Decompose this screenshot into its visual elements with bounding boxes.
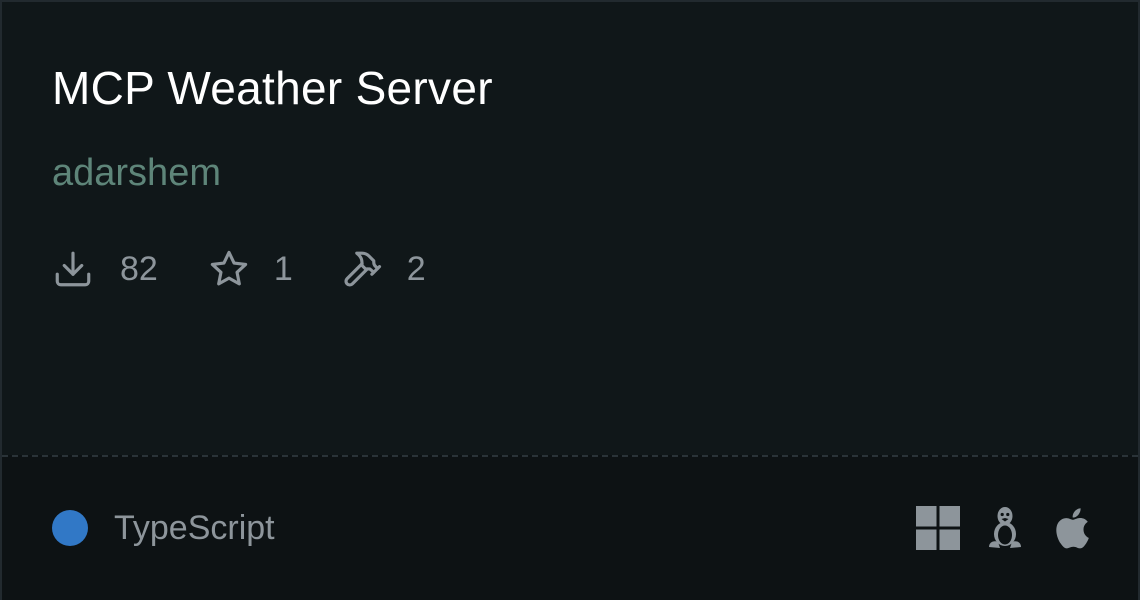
language-name: TypeScript: [114, 509, 275, 547]
windows-icon: [916, 506, 960, 550]
download-icon: [55, 251, 91, 287]
server-card[interactable]: MCP Weather Server adarshem 82 1 2 TypeS…: [0, 0, 1140, 600]
tools-count: 2: [406, 250, 426, 288]
server-title[interactable]: MCP Weather Server: [52, 60, 493, 116]
tools-stat: 2: [341, 246, 426, 292]
platform-icons: [916, 505, 1090, 551]
language-color-dot: [52, 510, 88, 546]
hammer-icon: [344, 251, 381, 287]
stats-row: 82 1 2: [52, 246, 426, 292]
apple-icon: [1056, 508, 1089, 549]
stars-count: 1: [273, 250, 293, 288]
stars-stat: 1: [208, 246, 293, 292]
linux-icon: [989, 507, 1021, 548]
author-name[interactable]: adarshem: [52, 148, 221, 198]
language-badge: TypeScript: [52, 505, 275, 551]
downloads-count: 82: [120, 250, 158, 288]
star-icon: [210, 250, 248, 286]
downloads-stat: 82: [52, 246, 158, 292]
card-footer: TypeScript: [2, 455, 1138, 600]
